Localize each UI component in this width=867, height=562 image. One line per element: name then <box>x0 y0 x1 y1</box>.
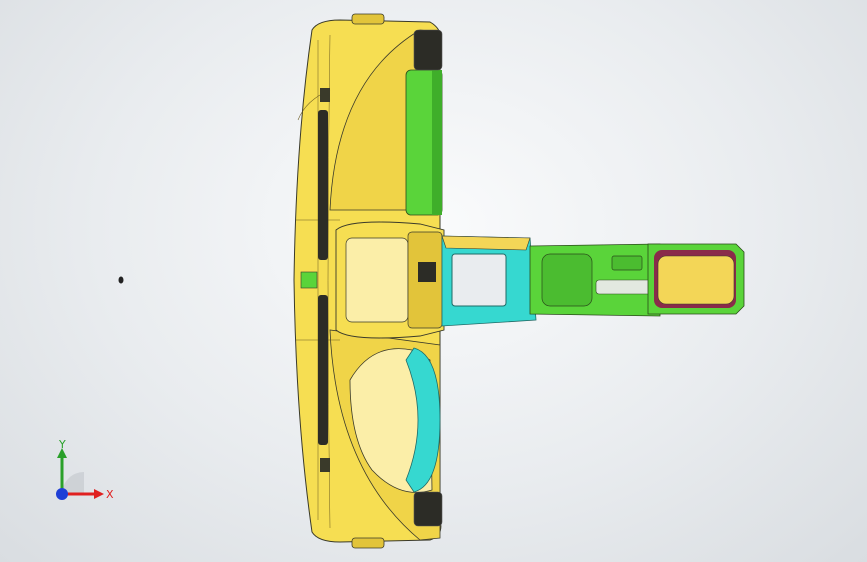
triad-y-label: Y <box>58 438 66 451</box>
console-bridge[interactable] <box>441 235 537 327</box>
center-console[interactable] <box>529 243 661 317</box>
defroster-vent-upper <box>318 110 328 260</box>
triad-x-label: X <box>106 488 114 501</box>
center-stack[interactable] <box>335 221 445 339</box>
defroster-vent-lower <box>318 295 328 445</box>
dashboard-cad-model[interactable] <box>0 0 867 562</box>
graphics-viewport[interactable]: Y X <box>0 0 867 562</box>
coordinate-triad-icon: Y X <box>56 438 114 501</box>
console-armrest[interactable] <box>647 243 745 315</box>
origin-point-icon <box>118 276 124 284</box>
center-clip <box>300 271 318 289</box>
